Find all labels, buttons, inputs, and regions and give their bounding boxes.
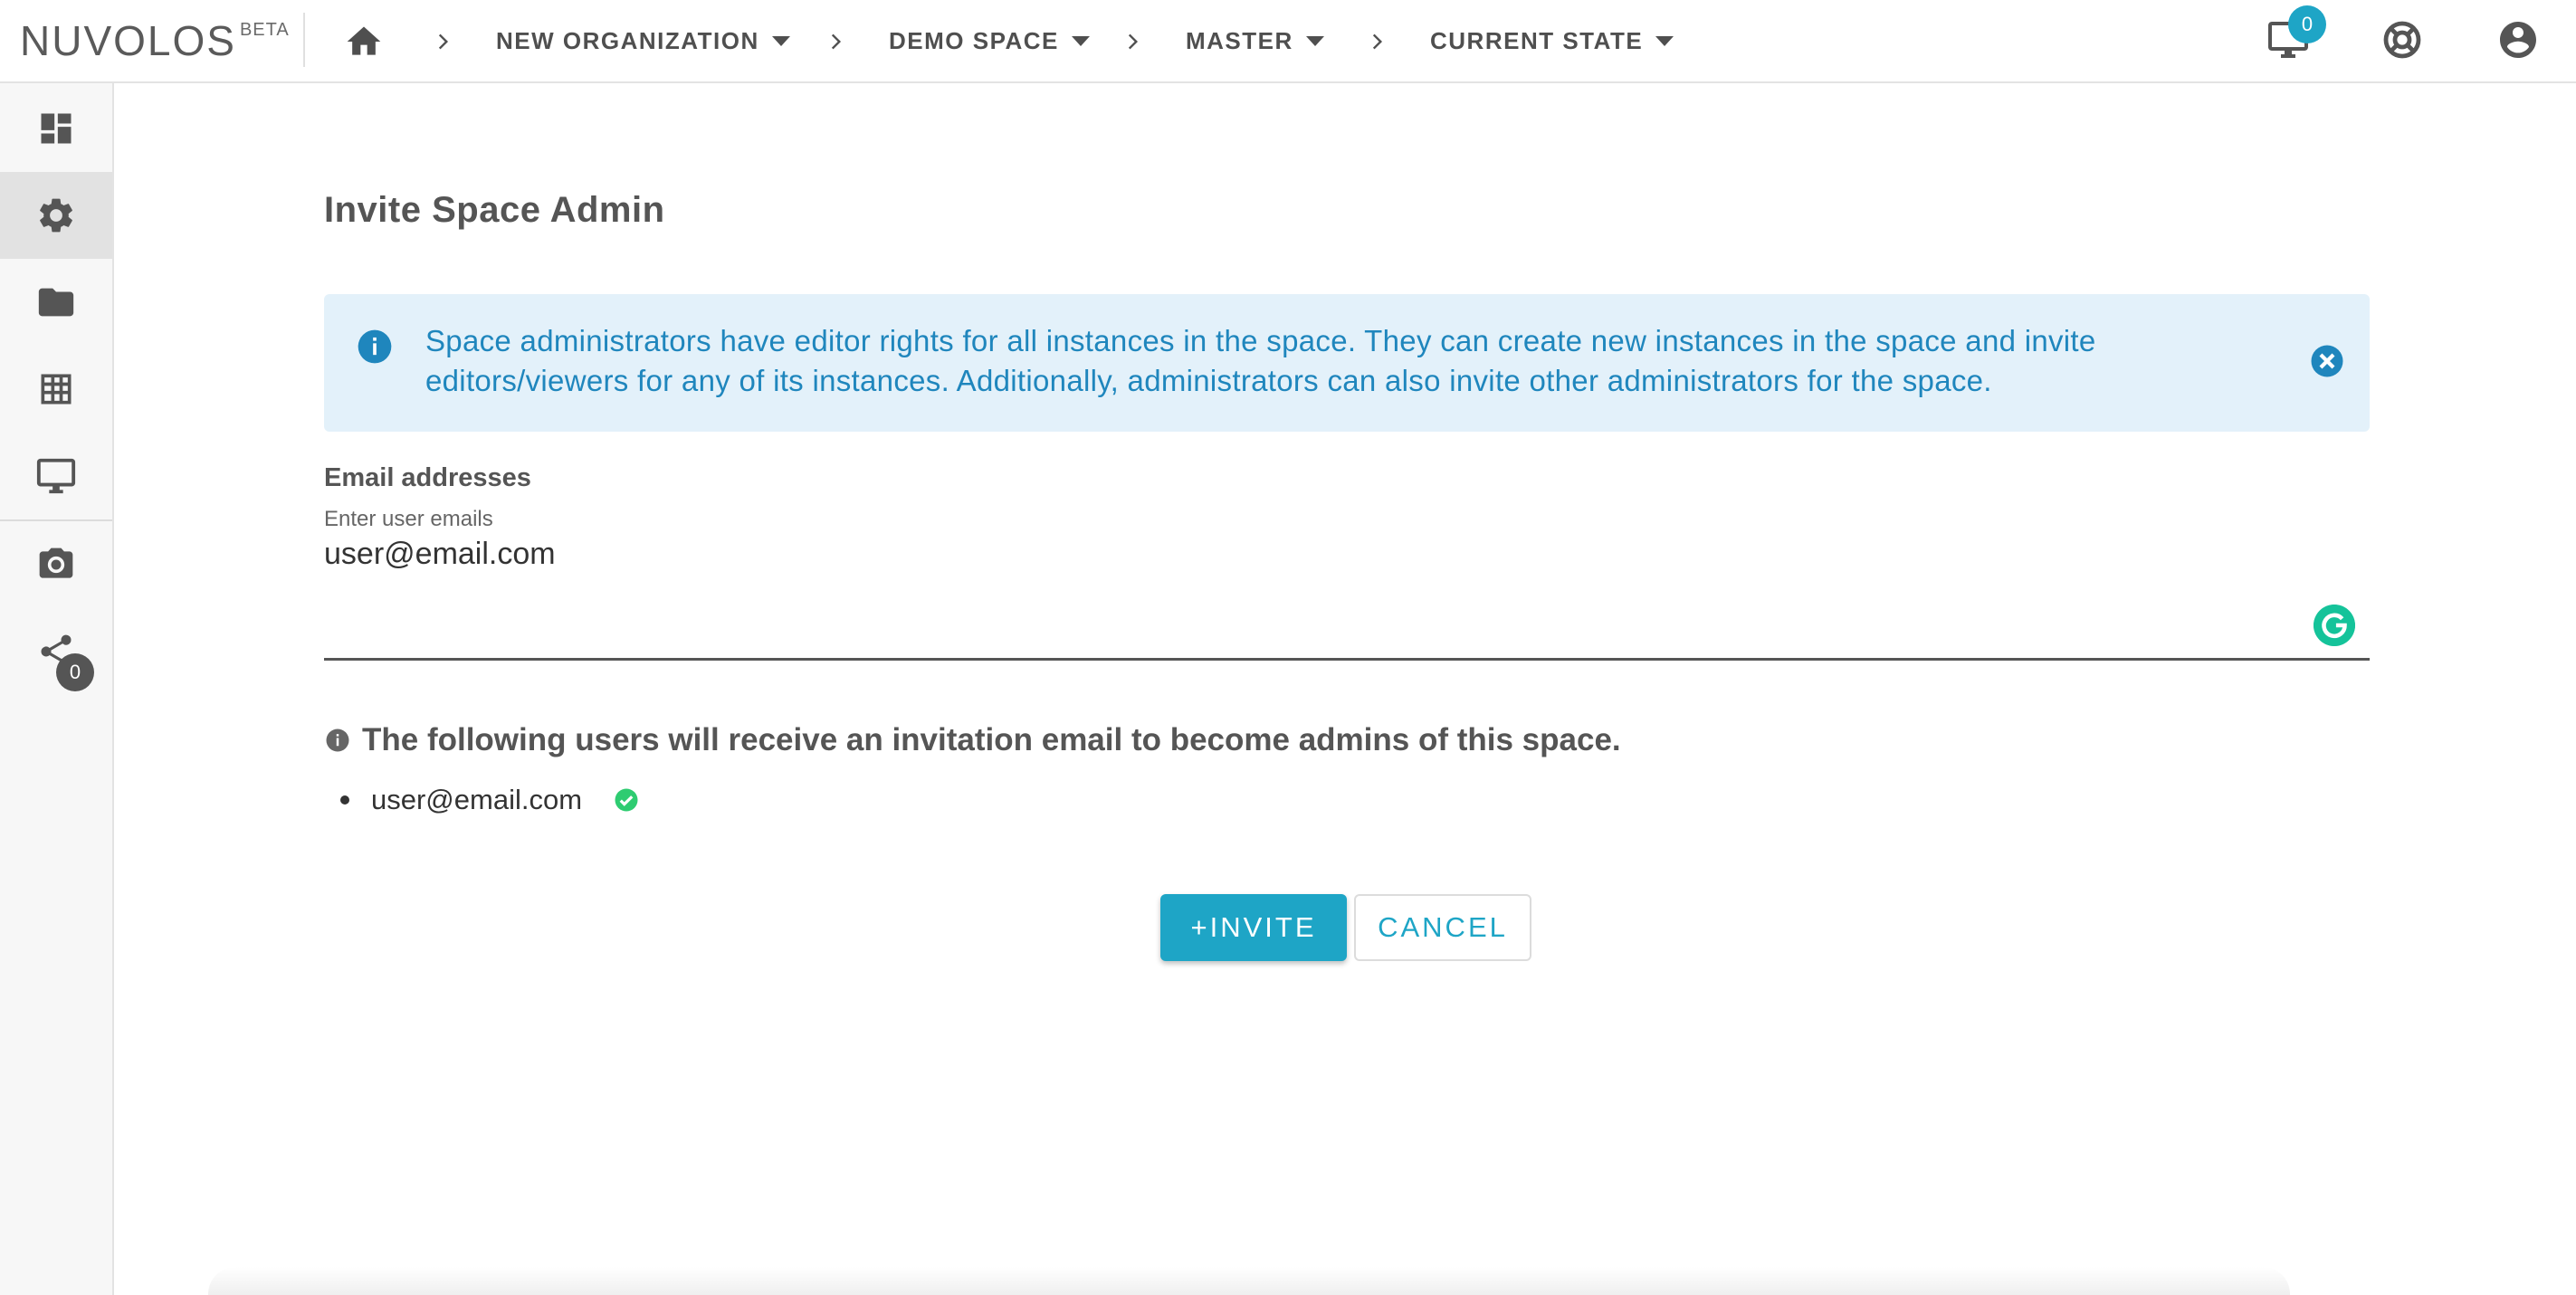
logo-divider <box>303 13 305 67</box>
gear-icon <box>40 198 72 233</box>
info-icon <box>358 329 392 364</box>
info-alert: Space administrators have editor rights … <box>324 294 2370 432</box>
top-bar: NUVOLOS BETA NEW ORGANIZATION DEMO SPACE … <box>0 0 2576 83</box>
invite-button[interactable]: +INVITE <box>1160 894 1347 961</box>
breadcrumb-instance-label: MASTER <box>1186 27 1293 54</box>
invitee-list: user@email.com <box>340 784 640 816</box>
sidebar-item-snapshots[interactable] <box>0 521 112 608</box>
list-bullet <box>340 795 349 805</box>
breadcrumb-snapshot-label: CURRENT STATE <box>1430 27 1644 54</box>
chevron-right-icon <box>831 33 842 50</box>
close-icon[interactable] <box>2308 342 2346 380</box>
sidebar-item-distribute[interactable] <box>0 608 112 695</box>
caret-down-icon <box>1305 36 1324 46</box>
account-icon[interactable] <box>2496 18 2540 62</box>
email-field-label: Email addresses <box>324 463 531 492</box>
breadcrumb-instance[interactable]: MASTER <box>1186 27 1324 55</box>
beta-label: BETA <box>239 20 290 40</box>
caret-down-icon <box>1071 36 1090 46</box>
grammarly-icon[interactable] <box>2314 605 2355 646</box>
home-icon[interactable] <box>344 22 384 62</box>
chevron-right-icon <box>1372 33 1383 50</box>
alert-text: Space administrators have editor rights … <box>425 324 2096 397</box>
caret-down-icon <box>1655 36 1674 46</box>
invite-info-text: The following users will receive an invi… <box>362 722 1621 757</box>
info-icon <box>326 728 349 752</box>
breadcrumb-organization[interactable]: NEW ORGANIZATION <box>496 27 790 55</box>
sidebar-item-applications[interactable] <box>0 433 112 519</box>
sidebar-item-tables[interactable] <box>0 346 112 433</box>
app-logo[interactable]: NUVOLOS BETA <box>20 16 290 65</box>
breadcrumb-snapshot[interactable]: CURRENT STATE <box>1430 27 1674 55</box>
email-field[interactable] <box>324 534 2370 661</box>
notifications-badge[interactable]: 0 <box>2288 5 2326 43</box>
caret-down-icon <box>771 36 790 46</box>
breadcrumb-organization-label: NEW ORGANIZATION <box>496 27 759 54</box>
folder-icon <box>38 288 74 317</box>
invitee-email: user@email.com <box>371 784 583 815</box>
list-item: user@email.com <box>340 784 640 816</box>
chevron-right-icon <box>438 33 449 50</box>
breadcrumb-space[interactable]: DEMO SPACE <box>889 27 1090 55</box>
sidebar-item-settings[interactable] <box>0 172 112 259</box>
dashboard-icon <box>41 113 72 144</box>
table-icon <box>41 374 72 405</box>
breadcrumb-space-label: DEMO SPACE <box>889 27 1059 54</box>
chevron-right-icon <box>1128 33 1139 50</box>
email-field-sublabel: Enter user emails <box>324 507 493 531</box>
monitor-icon <box>36 458 76 494</box>
invite-info-heading: The following users will receive an invi… <box>324 722 1621 758</box>
camera-icon <box>39 548 73 578</box>
check-circle-icon <box>615 788 638 812</box>
share-count-badge: 0 <box>56 653 94 691</box>
sidebar: 0 <box>0 83 114 1295</box>
app-name: NUVOLOS <box>20 17 236 64</box>
bottom-shadow <box>208 1267 2290 1295</box>
sidebar-item-dashboard[interactable] <box>0 85 112 172</box>
lifebuoy-icon[interactable] <box>2380 18 2424 62</box>
cancel-button[interactable]: CANCEL <box>1354 894 1531 961</box>
page-title: Invite Space Admin <box>324 190 665 230</box>
sidebar-item-files[interactable] <box>0 259 112 346</box>
